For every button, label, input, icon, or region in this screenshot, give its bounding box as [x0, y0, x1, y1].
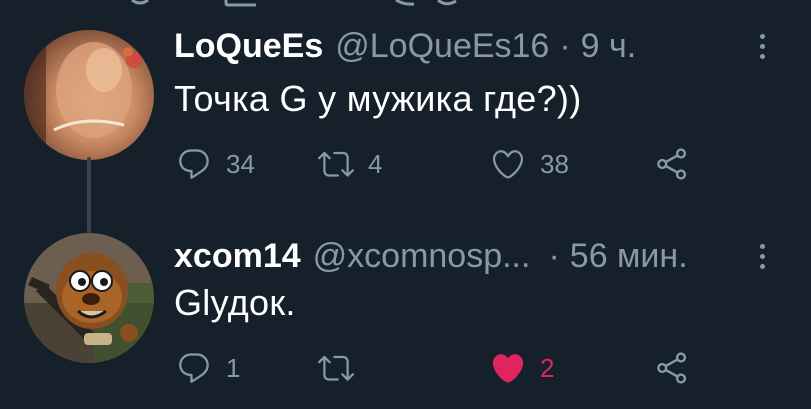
tweet-xcom14[interactable]: xcom14 @xcomnosp... · 56 мин. Glудок. 1	[0, 220, 811, 409]
more-icon[interactable]	[752, 234, 772, 278]
retweet-button[interactable]	[318, 346, 368, 390]
tweet-loquees[interactable]: LoQueEs @LoQueEs16 · 9 ч. Точка G у мужи…	[0, 14, 811, 214]
tweet-header: LoQueEs @LoQueEs16 · 9 ч.	[174, 24, 636, 68]
tweet-actions: 1 2	[170, 346, 730, 390]
like-count: 38	[540, 148, 569, 179]
display-name[interactable]: LoQueEs	[174, 27, 323, 66]
like-button[interactable]: 38	[490, 142, 569, 186]
separator-dot: ·	[548, 236, 560, 275]
retweet-count: 4	[368, 148, 383, 179]
like-button[interactable]: 2	[490, 346, 554, 390]
share-button[interactable]	[654, 142, 690, 186]
share-button[interactable]	[654, 346, 690, 390]
retweet-icon	[318, 151, 354, 177]
retweet-icon	[318, 355, 354, 381]
display-name[interactable]: xcom14	[174, 237, 301, 276]
tweet-header: xcom14 @xcomnosp... · 56 мин.	[174, 234, 688, 278]
reply-icon	[179, 353, 209, 383]
tweet-actions: 34 4 38	[170, 142, 730, 186]
share-icon	[657, 352, 687, 384]
reply-button[interactable]: 34	[176, 142, 255, 186]
tweet-text: Glудок.	[174, 282, 296, 323]
avatar-loquees[interactable]	[24, 30, 154, 160]
separator-dot: ·	[559, 26, 571, 65]
retweet-button[interactable]: 4	[318, 142, 382, 186]
heart-icon	[492, 150, 524, 179]
heart-filled-icon	[492, 354, 524, 383]
reply-button[interactable]: 1	[176, 346, 240, 390]
previous-tweet-actions-fragment	[131, 0, 457, 7]
user-handle[interactable]: @LoQueEs16	[335, 27, 549, 66]
more-icon[interactable]	[752, 24, 772, 68]
timeline: LoQueEs @LoQueEs16 · 9 ч. Точка G у мужи…	[0, 0, 811, 409]
reply-icon	[179, 149, 209, 179]
reply-count: 34	[226, 148, 255, 179]
reply-count: 1	[226, 352, 241, 383]
avatar-xcom14[interactable]	[24, 233, 154, 363]
tweet-timestamp[interactable]: 9 ч.	[581, 27, 637, 66]
like-count: 2	[540, 352, 555, 383]
user-handle[interactable]: @xcomnosp...	[313, 237, 531, 276]
tweet-text: Точка G у мужика где?))	[174, 78, 582, 119]
share-icon	[657, 148, 687, 180]
tweet-timestamp[interactable]: 56 мин.	[570, 237, 688, 276]
